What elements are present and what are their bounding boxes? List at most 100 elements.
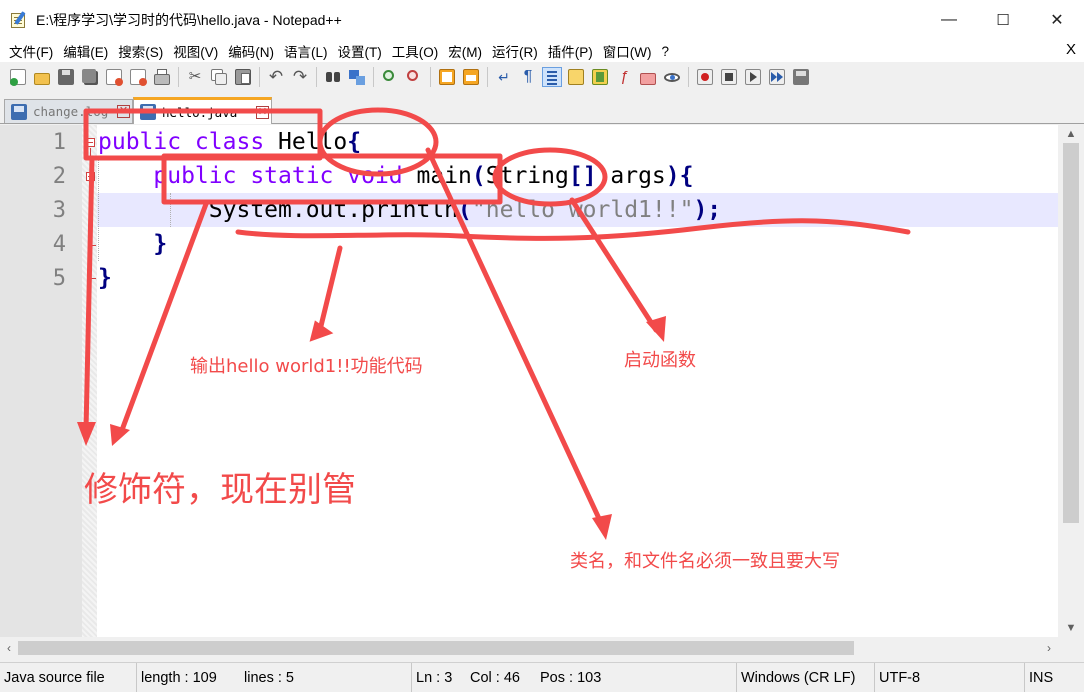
code-line-4: }	[153, 231, 168, 257]
close-file-icon[interactable]	[104, 67, 124, 87]
scroll-corner	[1058, 637, 1084, 659]
menu-window[interactable]: 窗口(W)	[598, 41, 657, 61]
menu-run[interactable]: 运行(R)	[487, 41, 543, 61]
minimize-button[interactable]: —	[922, 0, 976, 40]
status-line: Ln : 3	[411, 663, 452, 692]
menu-view[interactable]: 视图(V)	[168, 41, 223, 61]
status-length: length : 109	[136, 663, 217, 692]
menu-help[interactable]: ?	[656, 44, 674, 59]
line-number: 5	[52, 266, 66, 291]
save-macro-icon[interactable]	[791, 67, 811, 87]
maximize-button[interactable]: ☐	[976, 0, 1030, 40]
paste-icon[interactable]	[233, 67, 253, 87]
indent-guide-icon[interactable]	[542, 67, 562, 87]
tab-close-icon[interactable]: ✕	[256, 105, 269, 119]
fold-toggle-icon[interactable]	[86, 172, 95, 181]
menu-tools[interactable]: 工具(O)	[387, 41, 444, 61]
stop-macro-icon[interactable]	[719, 67, 739, 87]
status-encoding[interactable]: UTF-8	[874, 663, 920, 692]
fold-end-mark	[90, 245, 96, 246]
menu-plugins[interactable]: 插件(P)	[543, 41, 598, 61]
undo-icon[interactable]: ↶	[266, 67, 286, 87]
saved-file-icon	[140, 104, 156, 120]
zoom-out-icon[interactable]	[404, 67, 424, 87]
save-all-icon[interactable]	[80, 67, 100, 87]
record-macro-icon[interactable]	[695, 67, 715, 87]
menu-bar: 文件(F) 编辑(E) 搜索(S) 视图(V) 编码(N) 语言(L) 设置(T…	[0, 40, 1084, 62]
status-insert-mode[interactable]: INS	[1024, 663, 1053, 692]
user-language-icon[interactable]	[566, 67, 586, 87]
tab-bar: change.log ✕ hello.java ✕	[0, 97, 1084, 124]
status-lines: lines : 5	[244, 670, 294, 686]
run-macro-multiple-icon[interactable]	[767, 67, 787, 87]
vertical-scroll-thumb[interactable]	[1063, 143, 1079, 523]
play-macro-icon[interactable]	[743, 67, 763, 87]
print-icon[interactable]	[152, 67, 172, 87]
new-file-icon[interactable]	[8, 67, 28, 87]
vertical-scrollbar[interactable]: ▲ ▼	[1058, 125, 1084, 637]
annotation-modifier: 修饰符，现在别管	[84, 470, 356, 510]
scroll-right-icon[interactable]: ›	[1040, 637, 1058, 659]
folder-workspace-icon[interactable]	[638, 67, 658, 87]
doc-map-icon[interactable]	[590, 67, 610, 87]
sync-horizontal-icon[interactable]	[461, 67, 481, 87]
show-all-chars-icon[interactable]: ¶	[518, 67, 538, 87]
status-column: Col : 46	[470, 670, 520, 686]
copy-icon[interactable]	[209, 67, 229, 87]
zoom-in-icon[interactable]	[380, 67, 400, 87]
open-file-icon[interactable]	[32, 67, 52, 87]
find-icon[interactable]	[323, 67, 343, 87]
replace-icon[interactable]	[347, 67, 367, 87]
tab-change-log[interactable]: change.log ✕	[4, 99, 133, 123]
close-all-icon[interactable]	[128, 67, 148, 87]
code-line-3: System.out.println("hello world1!!");	[208, 197, 722, 223]
fold-line	[90, 182, 91, 278]
close-document-button[interactable]: X	[1066, 41, 1076, 58]
menu-language[interactable]: 语言(L)	[279, 41, 333, 61]
notepad-app-icon	[10, 11, 28, 29]
function-list-icon[interactable]: ƒ	[614, 67, 634, 87]
line-number: 3	[52, 198, 66, 223]
line-number: 4	[52, 232, 66, 257]
menu-edit[interactable]: 编辑(E)	[58, 41, 113, 61]
tab-hello-java[interactable]: hello.java ✕	[133, 97, 272, 124]
scroll-down-icon[interactable]: ▼	[1058, 619, 1084, 637]
tab-label: hello.java	[162, 104, 238, 120]
sync-vertical-icon[interactable]	[437, 67, 457, 87]
code-line-1: public class Hello{	[98, 129, 362, 155]
annotation-main-function: 启动函数	[624, 350, 696, 371]
menu-encoding[interactable]: 编码(N)	[223, 41, 279, 61]
scroll-up-icon[interactable]: ▲	[1058, 125, 1084, 143]
status-bar: Java source file length : 109 lines : 5 …	[0, 662, 1084, 692]
scroll-left-icon[interactable]: ‹	[0, 637, 18, 659]
menu-macro[interactable]: 宏(M)	[443, 41, 487, 61]
menu-file[interactable]: 文件(F)	[4, 41, 58, 61]
status-file-type: Java source file	[4, 670, 105, 686]
status-position: Pos : 103	[540, 670, 602, 686]
fold-line	[90, 148, 91, 172]
fold-end-mark	[90, 278, 96, 279]
horizontal-scroll-thumb[interactable]	[18, 641, 854, 655]
line-number: 1	[52, 130, 66, 155]
menu-search[interactable]: 搜索(S)	[113, 41, 168, 61]
code-editor[interactable]: 1 2 3 4 5 public class Hello{ public sta…	[0, 125, 1058, 637]
title-bar: E:\程序学习\学习时的代码\hello.java - Notepad++ — …	[0, 0, 1084, 40]
code-line-2: public static void main(String[] args){	[153, 163, 694, 189]
toolbar: ✂ ↶ ↷ ↵ ¶ ƒ	[0, 62, 1084, 92]
annotation-class-name: 类名，和文件名必须一致且要大写	[570, 551, 840, 572]
monitoring-icon[interactable]	[662, 67, 682, 87]
saved-file-icon	[11, 103, 27, 120]
tab-close-icon[interactable]: ✕	[117, 105, 130, 118]
menu-settings[interactable]: 设置(T)	[333, 41, 387, 61]
save-icon[interactable]	[56, 67, 76, 87]
word-wrap-icon[interactable]: ↵	[494, 67, 514, 87]
horizontal-scrollbar[interactable]: ‹ ›	[0, 637, 1058, 659]
window-title: E:\程序学习\学习时的代码\hello.java - Notepad++	[36, 12, 342, 28]
close-button[interactable]: ✕	[1030, 0, 1084, 40]
code-line-5: }	[98, 265, 112, 291]
cut-icon[interactable]: ✂	[185, 67, 205, 87]
redo-icon[interactable]: ↷	[290, 67, 310, 87]
tab-label: change.log	[33, 104, 109, 119]
fold-toggle-icon[interactable]	[86, 138, 95, 147]
status-eol[interactable]: Windows (CR LF)	[736, 663, 855, 692]
